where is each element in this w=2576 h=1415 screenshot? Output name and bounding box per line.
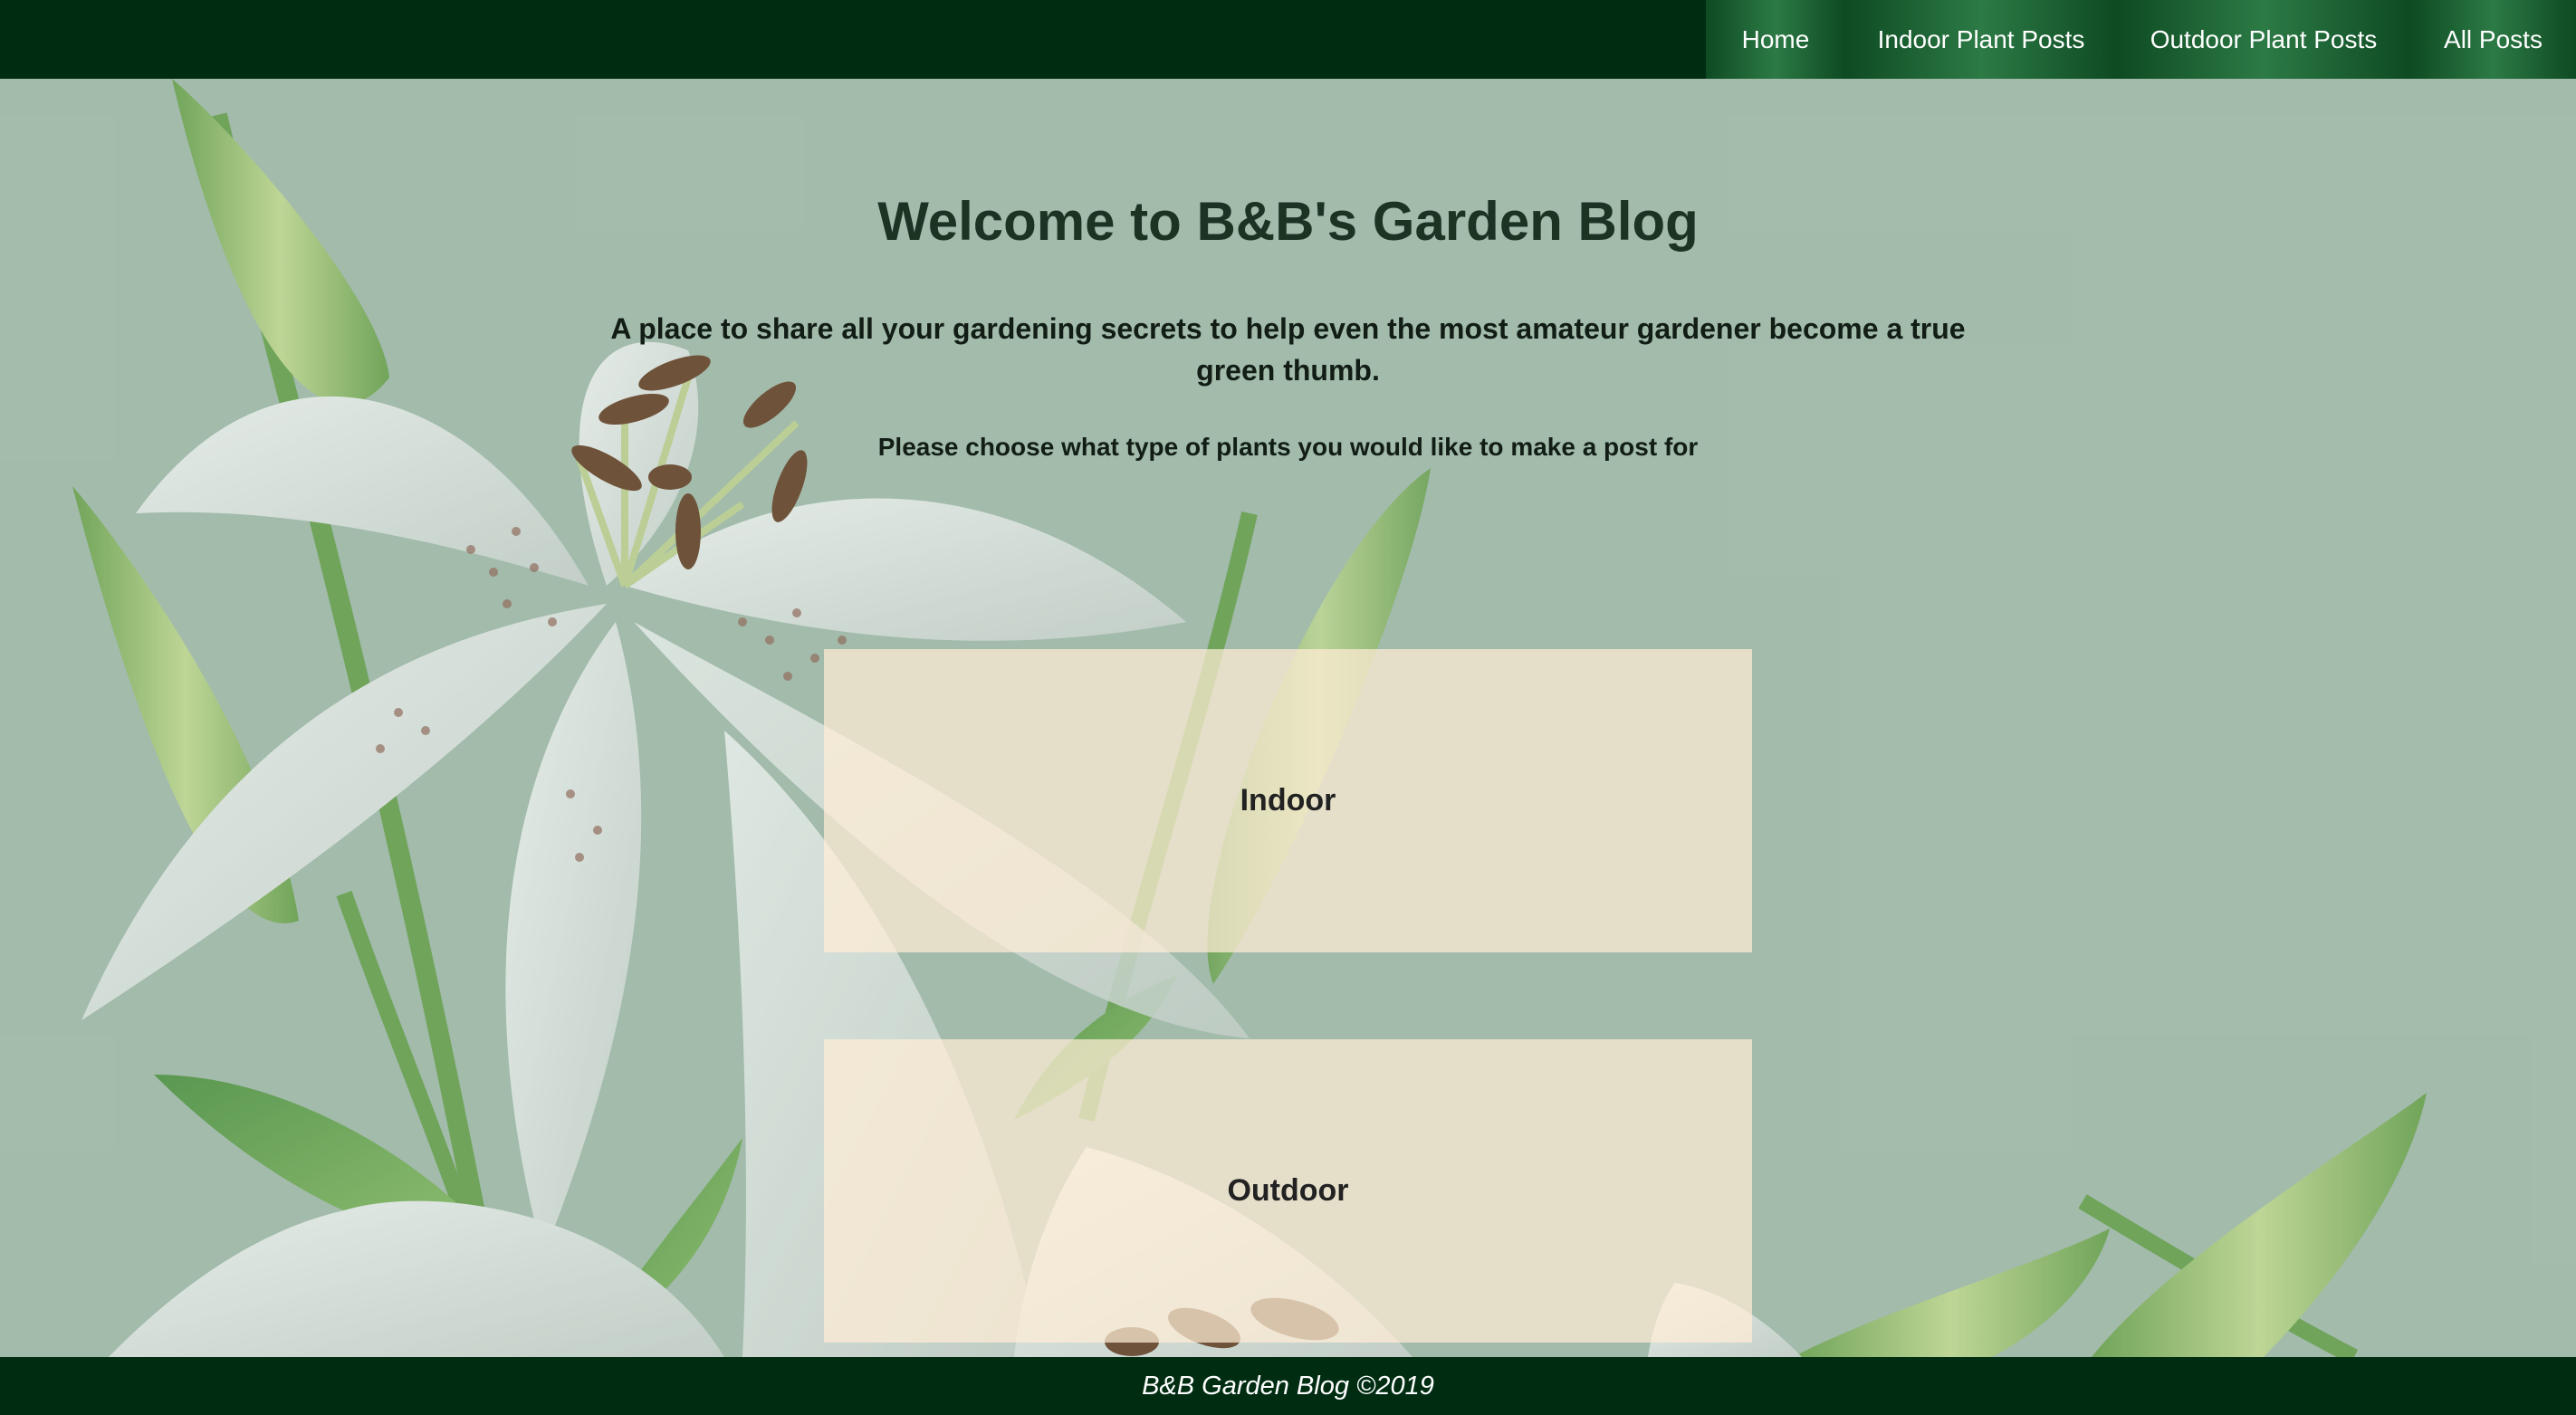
nav-outdoor-plant-posts-link[interactable]: Outdoor Plant Posts xyxy=(2117,0,2410,79)
post-type-prompt: Please choose what type of plants you wo… xyxy=(877,433,1699,461)
indoor-choice-label: Indoor xyxy=(1240,783,1336,817)
main-content: Welcome to B&B's Garden Blog A place to … xyxy=(0,0,2576,1415)
nav-menu: Home Indoor Plant Posts Outdoor Plant Po… xyxy=(1706,0,2576,79)
page-tagline: A place to share all your gardening secr… xyxy=(610,312,1966,387)
nav-indoor-plant-posts-link[interactable]: Indoor Plant Posts xyxy=(1845,0,2117,79)
nav-all-posts-link[interactable]: All Posts xyxy=(2410,0,2576,79)
page-footer: B&B Garden Blog ©2019 xyxy=(0,1357,2576,1415)
nav-home-link[interactable]: Home xyxy=(1706,0,1845,79)
outdoor-choice-button[interactable]: Outdoor xyxy=(824,1039,1752,1343)
footer-copyright: B&B Garden Blog ©2019 xyxy=(1142,1371,1434,1401)
top-navbar: Home Indoor Plant Posts Outdoor Plant Po… xyxy=(0,0,2576,79)
page-title: Welcome to B&B's Garden Blog xyxy=(877,191,1699,252)
outdoor-choice-label: Outdoor xyxy=(1227,1173,1349,1208)
indoor-choice-button[interactable]: Indoor xyxy=(824,649,1752,952)
